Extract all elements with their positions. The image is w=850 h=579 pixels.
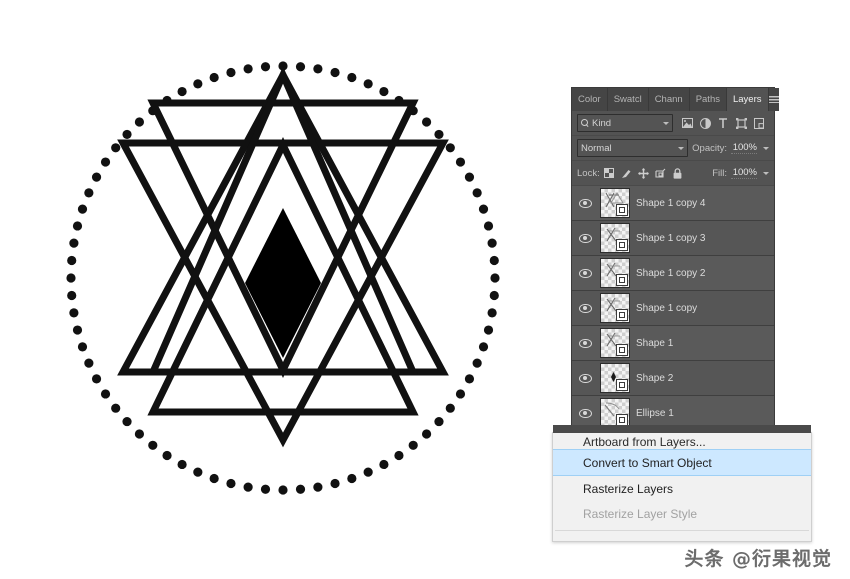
adjustment-layer-filter-icon[interactable] — [699, 117, 711, 129]
lock-row[interactable]: Lock: Fill: 100% — [572, 161, 774, 186]
tab-swatches-label: Swatcl — [613, 94, 642, 105]
layer-name-label: Shape 2 — [636, 372, 674, 384]
pixel-layer-filter-icon[interactable] — [681, 117, 693, 129]
filter-type-icons[interactable] — [681, 117, 765, 129]
layer-visibility-toggle[interactable] — [576, 373, 594, 383]
search-icon — [581, 119, 589, 127]
document-canvas[interactable] — [0, 0, 560, 579]
chevron-down-icon[interactable] — [763, 171, 769, 175]
watermark-text: 头条 @衍果视觉 — [684, 548, 832, 570]
eye-icon — [578, 303, 592, 313]
tab-paths[interactable]: Paths — [689, 88, 727, 111]
vector-mask-thumbnail[interactable] — [616, 379, 628, 391]
vector-mask-thumbnail[interactable] — [616, 344, 628, 356]
vector-mask-thumbnail[interactable] — [616, 274, 628, 286]
vector-mask-thumbnail[interactable] — [616, 204, 628, 216]
lock-all-icon[interactable] — [672, 167, 683, 179]
blend-mode-row[interactable]: Normal Opacity: 100% — [572, 136, 774, 161]
eye-icon — [578, 268, 592, 278]
chevron-down-icon[interactable] — [763, 146, 769, 150]
layer-row[interactable]: Shape 1 — [572, 326, 774, 361]
layer-name-label: Ellipse 1 — [636, 407, 674, 419]
layer-visibility-toggle[interactable] — [576, 268, 594, 278]
tab-channels[interactable]: Chann — [648, 88, 690, 111]
filter-kind-select[interactable]: Kind — [577, 114, 673, 132]
layer-name-label: Shape 1 copy 2 — [636, 267, 706, 279]
geometry-artwork — [66, 61, 500, 495]
lock-image-pixels-icon[interactable] — [621, 168, 632, 179]
type-layer-filter-icon[interactable] — [717, 117, 729, 129]
chevron-down-icon — [663, 121, 669, 125]
tab-color-label: Color — [578, 94, 601, 105]
menu-separator — [555, 530, 809, 531]
lock-icon-group[interactable] — [604, 167, 683, 179]
menu-item-convert-to-smart-object[interactable]: Convert to Smart Object — [553, 449, 811, 476]
menu-item-rasterize-layer-style: Rasterize Layer Style — [553, 501, 811, 526]
menu-item-artboard-from-layers[interactable]: Artboard from Layers... — [553, 434, 811, 449]
shape-layer-filter-icon[interactable] — [735, 117, 747, 129]
lock-position-icon[interactable] — [637, 167, 649, 179]
layer-row[interactable]: Shape 2 — [572, 361, 774, 396]
opacity-value[interactable]: 100% — [731, 142, 757, 154]
layer-name-label: Shape 1 copy 4 — [636, 197, 706, 209]
layer-row[interactable]: Shape 1 copy 4 — [572, 186, 774, 221]
eye-icon — [578, 338, 592, 348]
fill-label: Fill: — [712, 167, 727, 179]
layer-visibility-toggle[interactable] — [576, 408, 594, 418]
layer-name-label: Shape 1 — [636, 337, 674, 349]
vector-mask-thumbnail[interactable] — [616, 239, 628, 251]
menu-item-label: Artboard from Layers... — [583, 435, 706, 449]
tab-swatches[interactable]: Swatcl — [607, 88, 649, 111]
layer-thumbnail[interactable] — [600, 363, 630, 393]
lock-artboard-nesting-icon[interactable] — [655, 168, 666, 179]
menu-item-label: Rasterize Layer Style — [583, 506, 698, 521]
layer-filter-row[interactable]: Kind — [572, 111, 774, 136]
chevron-down-icon — [678, 146, 685, 150]
smart-object-filter-icon[interactable] — [753, 117, 765, 129]
layer-visibility-toggle[interactable] — [576, 303, 594, 313]
panel-tab-bar[interactable]: Color Swatcl Chann Paths Layers — [572, 88, 779, 111]
layer-row[interactable]: Shape 1 copy — [572, 291, 774, 326]
layer-thumbnail[interactable] — [600, 293, 630, 323]
layers-panel[interactable]: Color Swatcl Chann Paths Layers Kind Nor… — [572, 88, 779, 431]
layer-thumbnail[interactable] — [600, 223, 630, 253]
tab-channels-label: Chann — [654, 94, 683, 105]
layer-thumbnail[interactable] — [600, 258, 630, 288]
lock-transparent-pixels-icon[interactable] — [604, 168, 615, 179]
layer-visibility-toggle[interactable] — [576, 198, 594, 208]
layer-visibility-toggle[interactable] — [576, 338, 594, 348]
blend-mode-value: Normal — [581, 142, 612, 154]
tab-layers-label: Layers — [732, 94, 762, 105]
fill-value[interactable]: 100% — [731, 167, 757, 179]
hamburger-icon — [768, 96, 779, 103]
tab-layers[interactable]: Layers — [726, 88, 769, 111]
panel-menu-button[interactable] — [768, 88, 779, 111]
lock-label: Lock: — [577, 167, 600, 179]
tab-paths-label: Paths — [695, 94, 720, 105]
layer-visibility-toggle[interactable] — [576, 233, 594, 243]
menu-item-label: Convert to Smart Object — [583, 455, 712, 470]
menu-item-label: Rasterize Layers — [583, 481, 674, 496]
layer-row[interactable]: Shape 1 copy 2 — [572, 256, 774, 291]
layer-thumbnail[interactable] — [600, 328, 630, 358]
opacity-label: Opacity: — [692, 142, 727, 154]
filter-kind-label: Kind — [592, 117, 612, 129]
layer-row[interactable]: Shape 1 copy 3 — [572, 221, 774, 256]
tab-color[interactable]: Color — [572, 88, 608, 111]
layer-list[interactable]: Shape 1 copy 4 Shape 1 copy 3 Shape 1 copy… — [572, 186, 774, 431]
layer-thumbnail[interactable] — [600, 188, 630, 218]
panel-shadow-strip — [553, 425, 811, 433]
menu-item-rasterize-layers[interactable]: Rasterize Layers — [553, 476, 811, 501]
eye-icon — [578, 198, 592, 208]
eye-icon — [578, 408, 592, 418]
layer-name-label: Shape 1 copy — [636, 302, 698, 314]
layer-name-label: Shape 1 copy 3 — [636, 232, 706, 244]
layer-context-menu[interactable]: Artboard from Layers... Convert to Smart… — [552, 425, 812, 542]
center-diamond-shape — [245, 208, 321, 358]
blend-mode-select[interactable]: Normal — [577, 139, 689, 157]
eye-icon — [578, 233, 592, 243]
eye-icon — [578, 373, 592, 383]
vector-mask-thumbnail[interactable] — [616, 309, 628, 321]
layer-thumbnail[interactable] — [600, 398, 630, 428]
